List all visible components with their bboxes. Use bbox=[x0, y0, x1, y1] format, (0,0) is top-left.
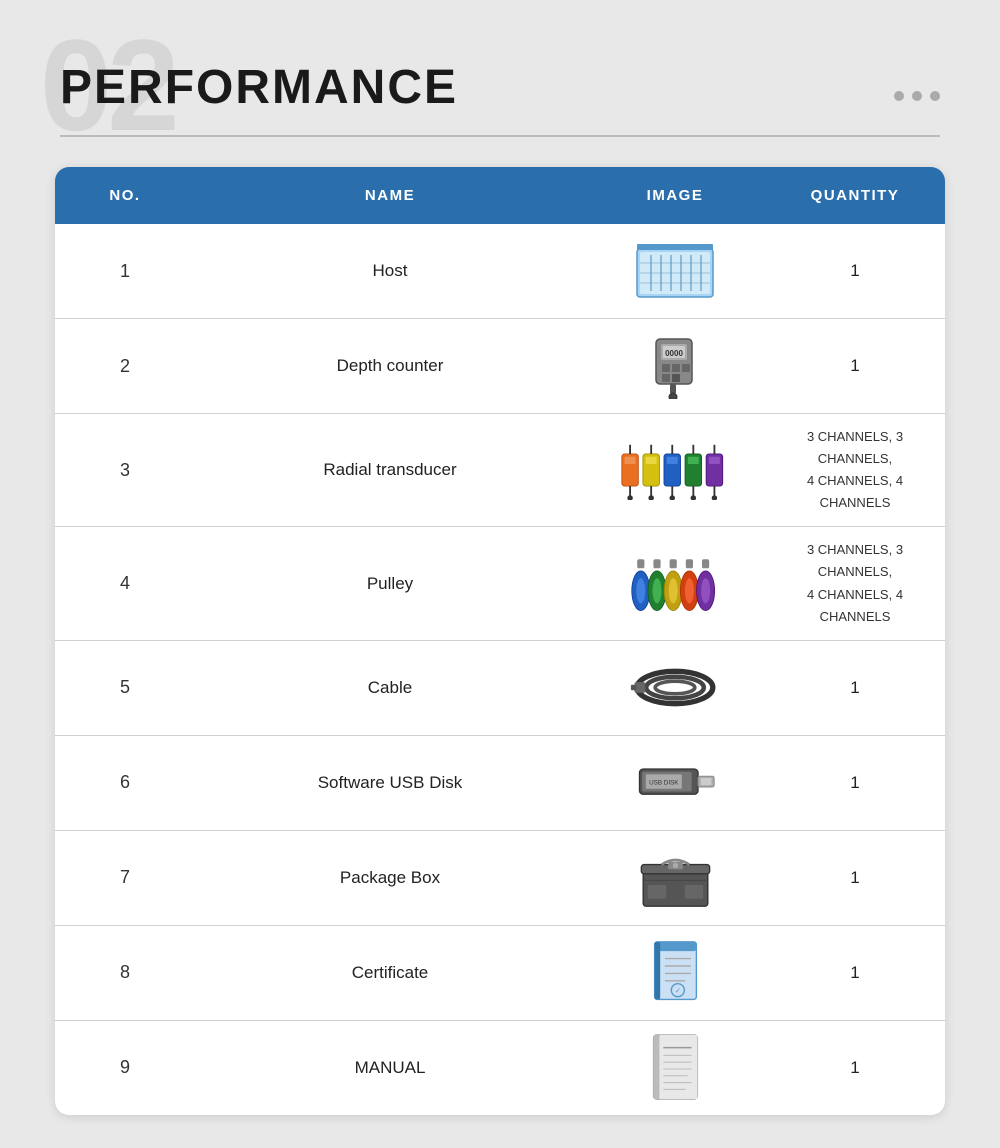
row-name: Host bbox=[195, 224, 585, 319]
table-row: 4 Pulley bbox=[55, 527, 945, 640]
row-quantity: 3 CHANNELS, 3 CHANNELS,4 CHANNELS, 4 CHA… bbox=[765, 414, 945, 527]
row-no: 6 bbox=[55, 735, 195, 830]
product-image-depth: 0000 bbox=[595, 331, 755, 401]
dot-3 bbox=[930, 91, 940, 101]
row-no: 4 bbox=[55, 527, 195, 640]
quantity-text: 3 CHANNELS, 3 CHANNELS,4 CHANNELS, 4 CHA… bbox=[775, 426, 935, 514]
manual-svg bbox=[648, 1033, 703, 1103]
row-no: 5 bbox=[55, 640, 195, 735]
depth-counter-svg: 0000 bbox=[648, 334, 703, 399]
row-image: USB DISK bbox=[585, 735, 765, 830]
row-image bbox=[585, 640, 765, 735]
row-quantity: 1 bbox=[765, 1020, 945, 1115]
row-image bbox=[585, 527, 765, 640]
table-row: 6 Software USB Disk USB DISK bbox=[55, 735, 945, 830]
row-quantity: 1 bbox=[765, 830, 945, 925]
row-name: Depth counter bbox=[195, 319, 585, 414]
row-name: Certificate bbox=[195, 925, 585, 1020]
radial-transducer-svg bbox=[620, 440, 730, 500]
dots-decoration bbox=[894, 91, 940, 115]
product-image-certificate: ✓ bbox=[595, 938, 755, 1008]
dot-1 bbox=[894, 91, 904, 101]
pulley-svg bbox=[630, 554, 720, 614]
performance-table-container: NO. NAME IMAGE QUANTITY 1 Host bbox=[55, 167, 945, 1115]
row-image: ✓ bbox=[585, 925, 765, 1020]
row-quantity: 1 bbox=[765, 735, 945, 830]
row-quantity: 1 bbox=[765, 925, 945, 1020]
product-image-radial bbox=[595, 435, 755, 505]
row-no: 3 bbox=[55, 414, 195, 527]
row-no: 1 bbox=[55, 224, 195, 319]
row-name: Package Box bbox=[195, 830, 585, 925]
row-image bbox=[585, 830, 765, 925]
page-header: PERFORMANCE bbox=[0, 0, 1000, 135]
row-image bbox=[585, 414, 765, 527]
product-image-pulley bbox=[595, 549, 755, 619]
row-no: 8 bbox=[55, 925, 195, 1020]
host-svg bbox=[635, 241, 715, 301]
cable-svg bbox=[630, 660, 720, 715]
table-row: 3 Radial transducer bbox=[55, 414, 945, 527]
product-image-usb: USB DISK bbox=[595, 748, 755, 818]
usb-disk-svg: USB DISK bbox=[633, 760, 718, 805]
row-name: Radial transducer bbox=[195, 414, 585, 527]
row-quantity: 1 bbox=[765, 224, 945, 319]
table-row: 8 Certificate bbox=[55, 925, 945, 1020]
table-row: 2 Depth counter 0000 bbox=[55, 319, 945, 414]
col-name: NAME bbox=[195, 167, 585, 224]
table-row: 5 Cable 1 bbox=[55, 640, 945, 735]
performance-table: NO. NAME IMAGE QUANTITY 1 Host bbox=[55, 167, 945, 1115]
table-row: 1 Host bbox=[55, 224, 945, 319]
row-no: 9 bbox=[55, 1020, 195, 1115]
header-divider bbox=[60, 135, 940, 137]
quantity-text: 3 CHANNELS, 3 CHANNELS,4 CHANNELS, 4 CHA… bbox=[775, 539, 935, 627]
row-name: Cable bbox=[195, 640, 585, 735]
certificate-svg: ✓ bbox=[648, 940, 703, 1005]
row-name: MANUAL bbox=[195, 1020, 585, 1115]
page-title: PERFORMANCE bbox=[60, 60, 458, 115]
col-quantity: QUANTITY bbox=[765, 167, 945, 224]
row-quantity: 1 bbox=[765, 319, 945, 414]
col-no: NO. bbox=[55, 167, 195, 224]
row-quantity: 1 bbox=[765, 640, 945, 735]
row-quantity: 3 CHANNELS, 3 CHANNELS,4 CHANNELS, 4 CHA… bbox=[765, 527, 945, 640]
row-no: 7 bbox=[55, 830, 195, 925]
product-image-package bbox=[595, 843, 755, 913]
col-image: IMAGE bbox=[585, 167, 765, 224]
row-name: Pulley bbox=[195, 527, 585, 640]
row-no: 2 bbox=[55, 319, 195, 414]
table-header-row: NO. NAME IMAGE QUANTITY bbox=[55, 167, 945, 224]
svg-text:✓: ✓ bbox=[674, 986, 680, 995]
svg-text:0000: 0000 bbox=[665, 349, 683, 358]
table-row: 9 MANUAL bbox=[55, 1020, 945, 1115]
svg-text:USB DISK: USB DISK bbox=[649, 780, 679, 787]
row-image bbox=[585, 1020, 765, 1115]
dot-2 bbox=[912, 91, 922, 101]
product-image-manual bbox=[595, 1033, 755, 1103]
package-box-svg bbox=[638, 848, 713, 908]
table-row: 7 Package Box bbox=[55, 830, 945, 925]
row-name: Software USB Disk bbox=[195, 735, 585, 830]
product-image-host bbox=[595, 236, 755, 306]
row-image bbox=[585, 224, 765, 319]
row-image: 0000 bbox=[585, 319, 765, 414]
product-image-cable bbox=[595, 653, 755, 723]
